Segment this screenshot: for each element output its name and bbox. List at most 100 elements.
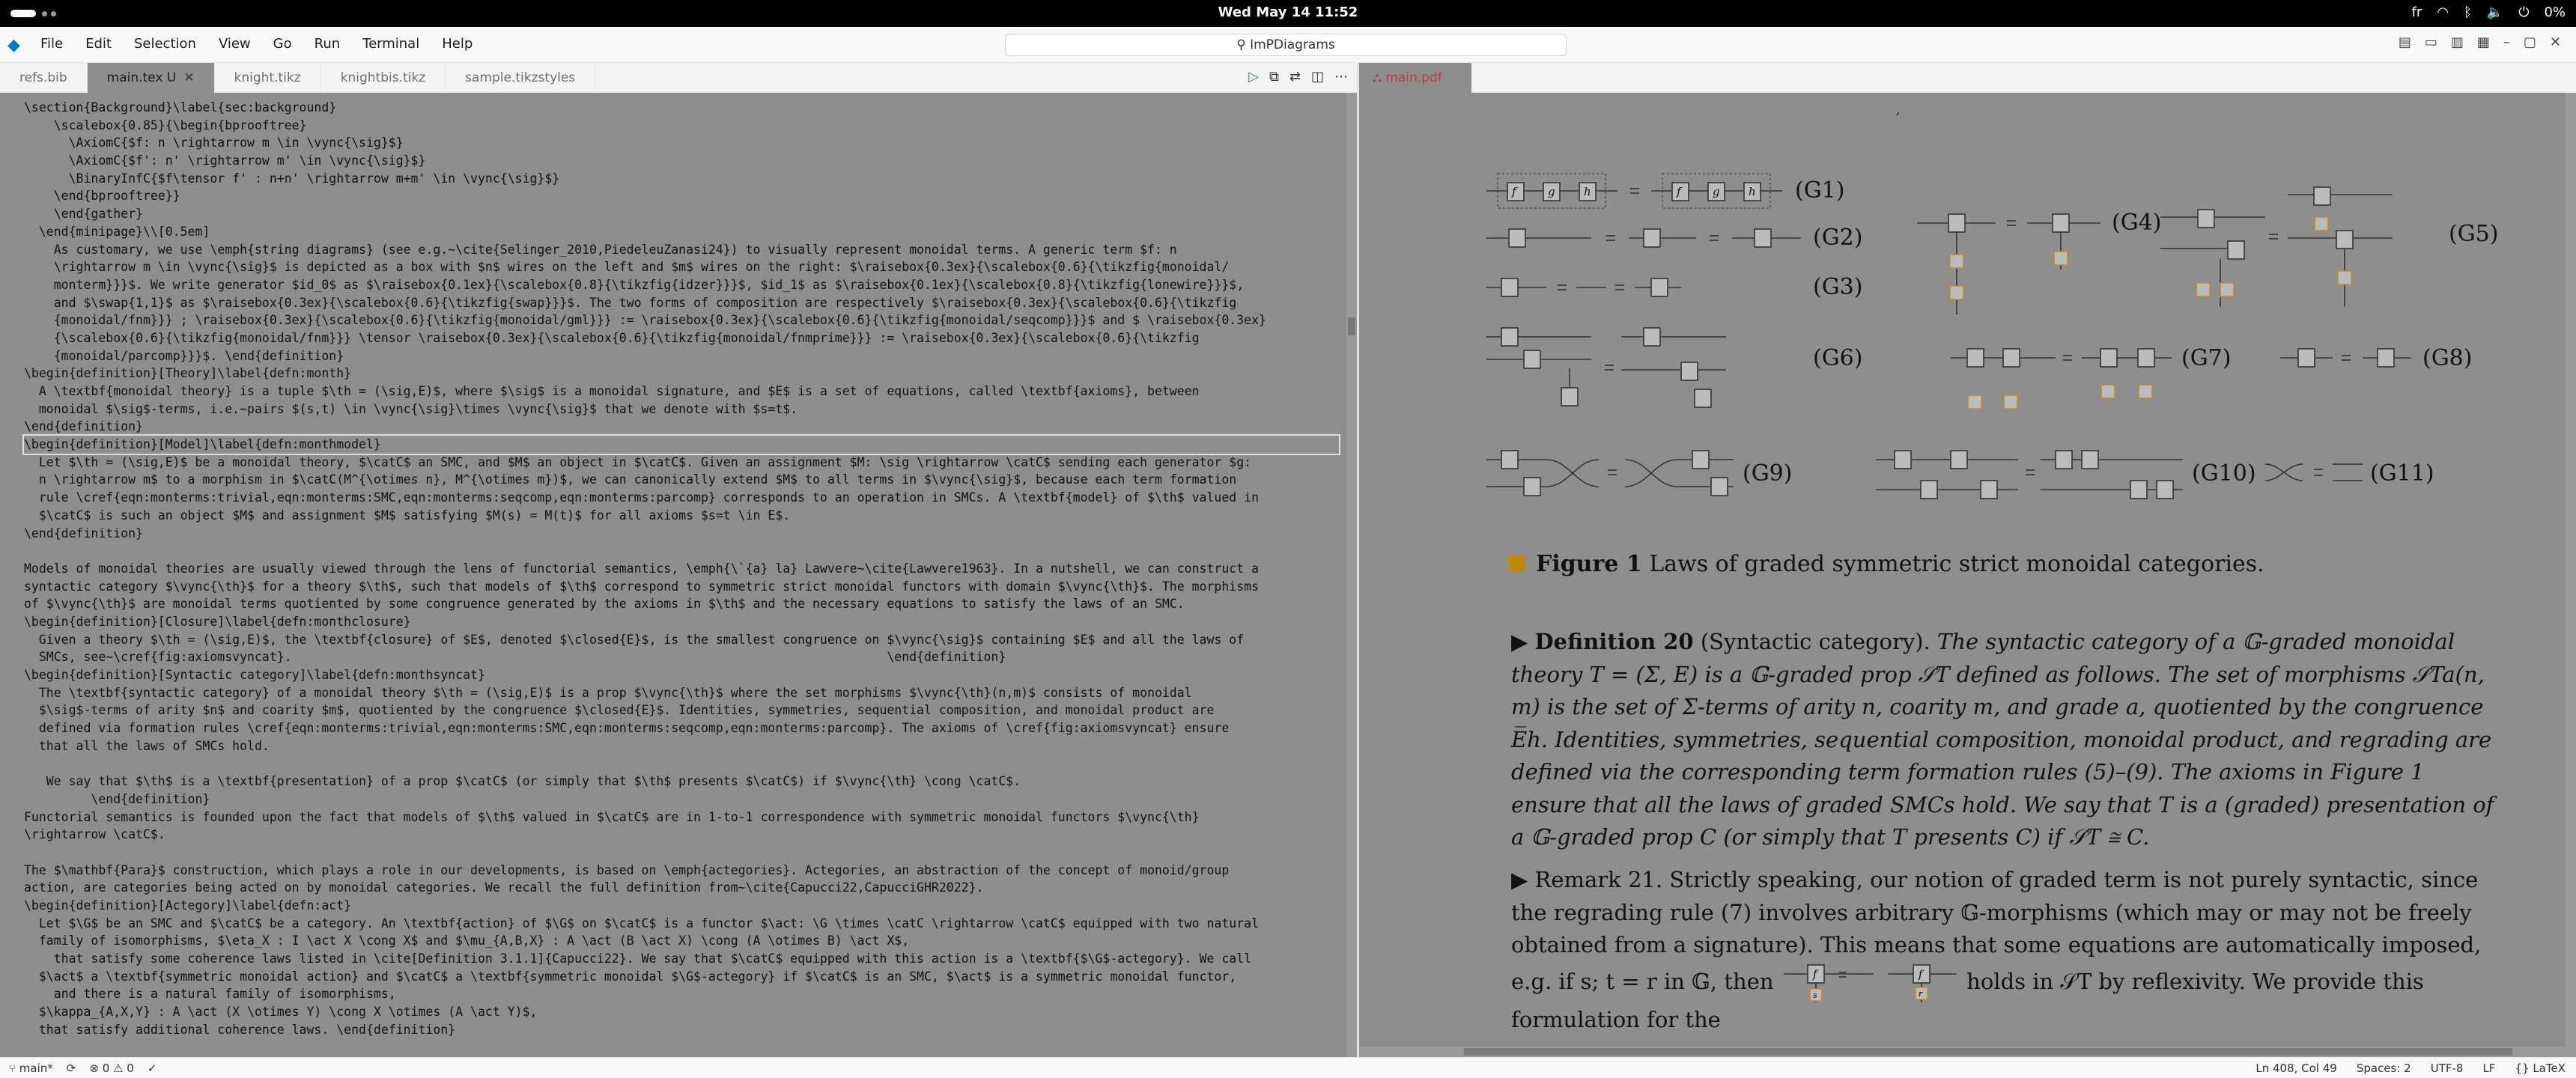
- code-line[interactable]: \begin{definition}[Model]\label{defn:mon…: [22, 434, 1340, 455]
- power-icon[interactable]: ⏻: [2518, 4, 2529, 20]
- battery-level[interactable]: 0%: [2544, 4, 2566, 20]
- code-line[interactable]: $\kappa_{A,X,Y} : A \act (X \otimes Y) \…: [24, 1003, 1339, 1021]
- problems-indicator[interactable]: ⊗ 0 ⚠ 0: [89, 1062, 133, 1075]
- system-clock[interactable]: Wed May 14 11:52: [0, 4, 2576, 20]
- code-line[interactable]: \BinaryInfC{$f\tensor f' : n+n' \rightar…: [24, 170, 1339, 188]
- keyboard-layout[interactable]: fr: [2411, 4, 2422, 20]
- code-line[interactable]: SMCs, see~\cref{fig:axiomsvyncat}. \end{…: [24, 648, 1339, 666]
- volume-icon[interactable]: 🔈: [2487, 4, 2503, 20]
- scrollbar-thumb[interactable]: [1464, 1048, 2512, 1056]
- code-line[interactable]: [24, 844, 1339, 862]
- code-line[interactable]: \begin{definition}[Closure]\label{defn:m…: [24, 613, 1339, 631]
- menu-run[interactable]: Run: [315, 36, 341, 52]
- bluetooth-icon[interactable]: ᛒ: [2464, 4, 2472, 20]
- code-line[interactable]: A \textbf{monoidal theory} is a tuple $\…: [24, 383, 1339, 401]
- code-line[interactable]: We say that $\th$ is a \textbf{presentat…: [24, 773, 1339, 791]
- code-line[interactable]: \rightarrow m \in \vync{\sig}$ is depict…: [24, 258, 1339, 276]
- code-line[interactable]: Functorial semantics is founded upon the…: [24, 808, 1339, 826]
- maximize-icon[interactable]: ▢: [2524, 34, 2536, 50]
- code-line[interactable]: and $\swap{1,1}$ as $\raisebox{0.3ex}{\s…: [24, 294, 1339, 312]
- menu-help[interactable]: Help: [442, 36, 473, 52]
- code-line[interactable]: \section{Background}\label{sec:backgroun…: [24, 99, 1339, 117]
- code-line[interactable]: that all the laws of SMCs hold.: [24, 737, 1339, 755]
- wifi-icon[interactable]: ◠: [2437, 4, 2449, 20]
- code-line[interactable]: {\scalebox{0.6}{\tikzfig{monoidal/fnm}}}…: [24, 329, 1339, 347]
- code-line[interactable]: [24, 542, 1339, 560]
- code-line[interactable]: The $\mathbf{Para}$ construction, which …: [24, 862, 1339, 880]
- menu-terminal[interactable]: Terminal: [362, 36, 419, 52]
- tab-sample-tikzstyles[interactable]: sample.tikzstyles: [446, 63, 596, 93]
- code-line[interactable]: \begin{definition}[Actegory]\label{defn:…: [24, 897, 1339, 915]
- code-line[interactable]: that satisfy additional coherence laws. …: [24, 1021, 1339, 1039]
- open-changes-icon[interactable]: ⇄: [1289, 69, 1301, 85]
- code-line[interactable]: Models of monoidal theories are usually …: [24, 560, 1339, 578]
- toggle-sidebar-icon[interactable]: ▤: [2399, 34, 2411, 50]
- pdf-horizontal-scrollbar[interactable]: [1359, 1047, 2576, 1057]
- code-line[interactable]: monterm}}}$. We write generator $id_0$ a…: [24, 276, 1339, 294]
- editor-scrollbar[interactable]: [1346, 93, 1357, 1057]
- run-icon[interactable]: ▷: [1248, 69, 1259, 85]
- code-line[interactable]: that satisfy some coherence laws listed …: [24, 950, 1339, 968]
- code-line[interactable]: As customary, we use \emph{string diagra…: [24, 241, 1339, 259]
- code-line[interactable]: {monoidal/fnm}}} ; \raisebox{0.3ex}{\sca…: [24, 311, 1339, 329]
- code-line[interactable]: Given a theory $\th = (\sig,E)$, the \te…: [24, 631, 1339, 649]
- tab-refs-bib[interactable]: refs.bib: [0, 63, 88, 93]
- indentation[interactable]: Spaces: 2: [2357, 1062, 2411, 1075]
- tab-knightbis-tikz[interactable]: knightbis.tikz: [321, 63, 446, 93]
- code-line[interactable]: [24, 755, 1339, 773]
- toggle-panel-icon[interactable]: ▭: [2425, 34, 2437, 50]
- minimize-icon[interactable]: –: [2503, 34, 2510, 50]
- menu-edit[interactable]: Edit: [85, 36, 112, 52]
- scrollbar-thumb[interactable]: [1348, 317, 1355, 335]
- menu-go[interactable]: Go: [273, 36, 292, 52]
- close-window-icon[interactable]: ✕: [2550, 34, 2561, 50]
- code-line[interactable]: The \textbf{syntactic category} of a mon…: [24, 684, 1339, 702]
- code-line[interactable]: of $\vync{\th}$ are monoidal terms quoti…: [24, 595, 1339, 613]
- view-pdf-icon[interactable]: ⧉: [1269, 69, 1279, 85]
- toggle-secondary-sidebar-icon[interactable]: ▥: [2451, 34, 2464, 50]
- encoding[interactable]: UTF-8: [2431, 1062, 2464, 1075]
- customize-layout-icon[interactable]: ▦: [2477, 34, 2490, 50]
- split-editor-icon[interactable]: ◫: [1311, 69, 1324, 85]
- more-actions-icon[interactable]: ⋯: [1334, 69, 1348, 85]
- code-editor[interactable]: \section{Background}\label{sec:backgroun…: [0, 93, 1357, 1057]
- code-line[interactable]: $\sig$-terms of arity $n$ and coarity $m…: [24, 701, 1339, 719]
- code-line[interactable]: \AxiomC{$f': n' \rightarrow m' \in \vync…: [24, 152, 1339, 170]
- code-line[interactable]: \end{definition}: [24, 791, 1339, 808]
- tab-main-tex[interactable]: main.tex U ✕: [87, 63, 215, 93]
- close-icon[interactable]: ✕: [183, 70, 194, 85]
- code-line[interactable]: \rightarrow \catC$.: [24, 826, 1339, 844]
- code-line[interactable]: $\catC$ is such an object $M$ and assign…: [24, 507, 1339, 525]
- code-line[interactable]: $\act$ a \textbf{symmetric monoidal acti…: [24, 968, 1339, 986]
- command-center[interactable]: ⚲ ImPDiagrams: [1005, 34, 1567, 56]
- code-line[interactable]: Let $\G$ be an SMC and $\catC$ be a cate…: [24, 915, 1339, 933]
- code-line[interactable]: \AxiomC{$f: n \rightarrow m \in \vync{\s…: [24, 134, 1339, 152]
- code-line[interactable]: monoidal $\sig$-terms, i.e.~pairs $(s,t)…: [24, 401, 1339, 418]
- code-line[interactable]: and there is a natural family of isomorp…: [24, 985, 1339, 1003]
- cursor-position[interactable]: Ln 408, Col 49: [2255, 1062, 2336, 1075]
- code-line[interactable]: n \rightarrow m$ to a morphism in $\catC…: [24, 471, 1339, 489]
- tab-knight-tikz[interactable]: knight.tikz: [215, 63, 321, 93]
- code-line[interactable]: Let $\th = (\sig,E)$ be a monoidal theor…: [24, 454, 1339, 472]
- code-line[interactable]: family of isomorphisms, $\eta_X : I \act…: [24, 932, 1339, 950]
- sync-icon[interactable]: ⟳: [67, 1062, 76, 1075]
- code-line[interactable]: \end{gather}: [24, 205, 1339, 223]
- menu-view[interactable]: View: [219, 36, 251, 52]
- code-line[interactable]: defined via formation rules \cref{eqn:mo…: [24, 719, 1339, 737]
- code-line[interactable]: syntactic category $\vync{\th}$ for a th…: [24, 578, 1339, 596]
- branch-indicator[interactable]: ⑂ main*: [9, 1062, 53, 1075]
- end-of-line[interactable]: LF: [2482, 1062, 2495, 1075]
- code-content[interactable]: \section{Background}\label{sec:backgroun…: [22, 99, 1340, 1039]
- code-line[interactable]: action, are categories being acted on by…: [24, 879, 1339, 897]
- code-line[interactable]: \begin{definition}[Syntactic category]\l…: [24, 666, 1339, 684]
- menu-file[interactable]: File: [40, 36, 63, 52]
- tab-main-pdf[interactable]: ⛬ main.pdf: [1359, 63, 1471, 93]
- code-line[interactable]: \end{definition}: [24, 525, 1339, 543]
- code-line[interactable]: \end{definition}: [24, 418, 1339, 436]
- check-icon[interactable]: ✓: [148, 1062, 157, 1075]
- code-line[interactable]: rule \cref{eqn:monterms:trivial,eqn:mont…: [24, 489, 1339, 507]
- language-mode[interactable]: {} LaTeX: [2515, 1062, 2566, 1075]
- pdf-vertical-scrollbar[interactable]: [2566, 93, 2576, 1047]
- menu-selection[interactable]: Selection: [134, 36, 196, 52]
- pdf-viewer[interactable]: (G1) (G2) (G3) (G4) (G5) (G6) (G7) (G8) …: [1359, 93, 2576, 1057]
